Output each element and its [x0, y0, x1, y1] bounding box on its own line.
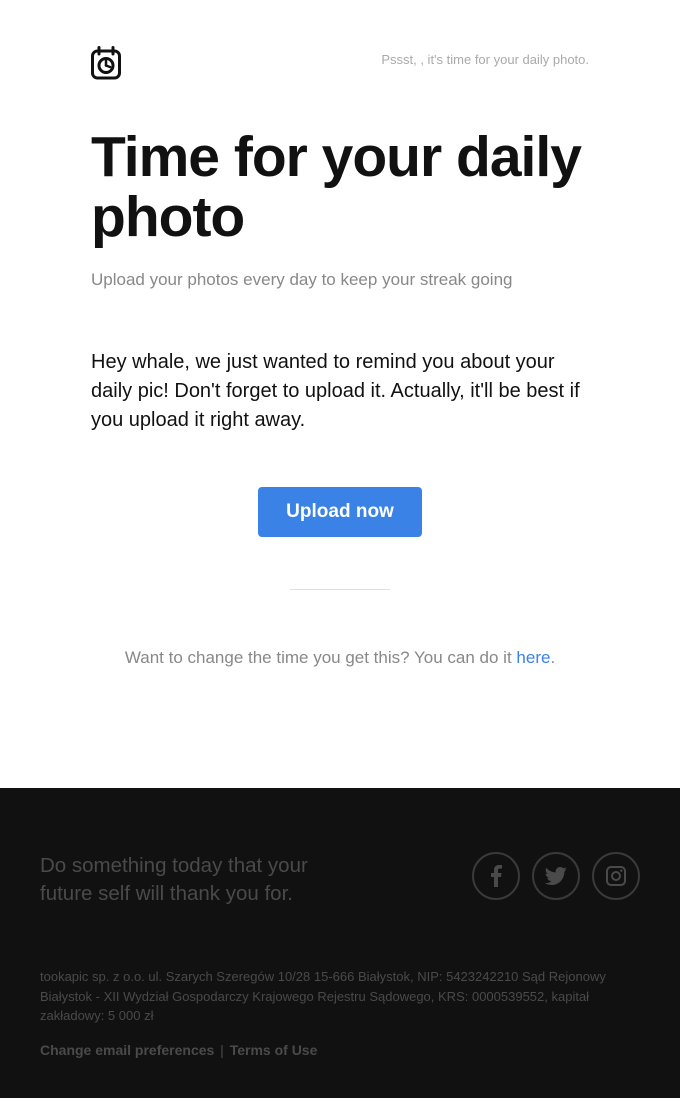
page-subtitle: Upload your photos every day to keep you…: [91, 270, 589, 290]
instagram-icon[interactable]: [592, 852, 640, 900]
terms-link[interactable]: Terms of Use: [230, 1042, 318, 1058]
facebook-icon[interactable]: [472, 852, 520, 900]
divider: [290, 589, 390, 590]
change-preferences-link[interactable]: Change email preferences: [40, 1042, 214, 1058]
preview-text: Pssst, , it's time for your daily photo.: [381, 52, 589, 67]
footer: Do something today that your future self…: [0, 788, 680, 1098]
change-time-link[interactable]: here: [516, 648, 550, 667]
button-wrap: Upload now: [91, 487, 589, 537]
footer-top: Do something today that your future self…: [40, 852, 640, 909]
footer-link-separator: |: [216, 1042, 227, 1058]
change-time-text: Want to change the time you get this? Yo…: [91, 648, 589, 668]
upload-now-button[interactable]: Upload now: [258, 487, 422, 537]
footer-tagline: Do something today that your future self…: [40, 852, 360, 909]
change-time-suffix: .: [550, 648, 555, 667]
page-title: Time for your daily photo: [91, 128, 589, 248]
legal-text: tookapic sp. z o.o. ul. Szarych Szeregów…: [40, 967, 640, 1026]
body-text: Hey whale, we just wanted to remind you …: [91, 348, 589, 435]
twitter-icon[interactable]: [532, 852, 580, 900]
social-links: [472, 852, 640, 900]
footer-links: Change email preferences | Terms of Use: [40, 1042, 640, 1058]
header-row: Pssst, , it's time for your daily photo.: [91, 46, 589, 80]
change-time-prefix: Want to change the time you get this? Yo…: [125, 648, 517, 667]
logo-icon: [91, 46, 121, 80]
